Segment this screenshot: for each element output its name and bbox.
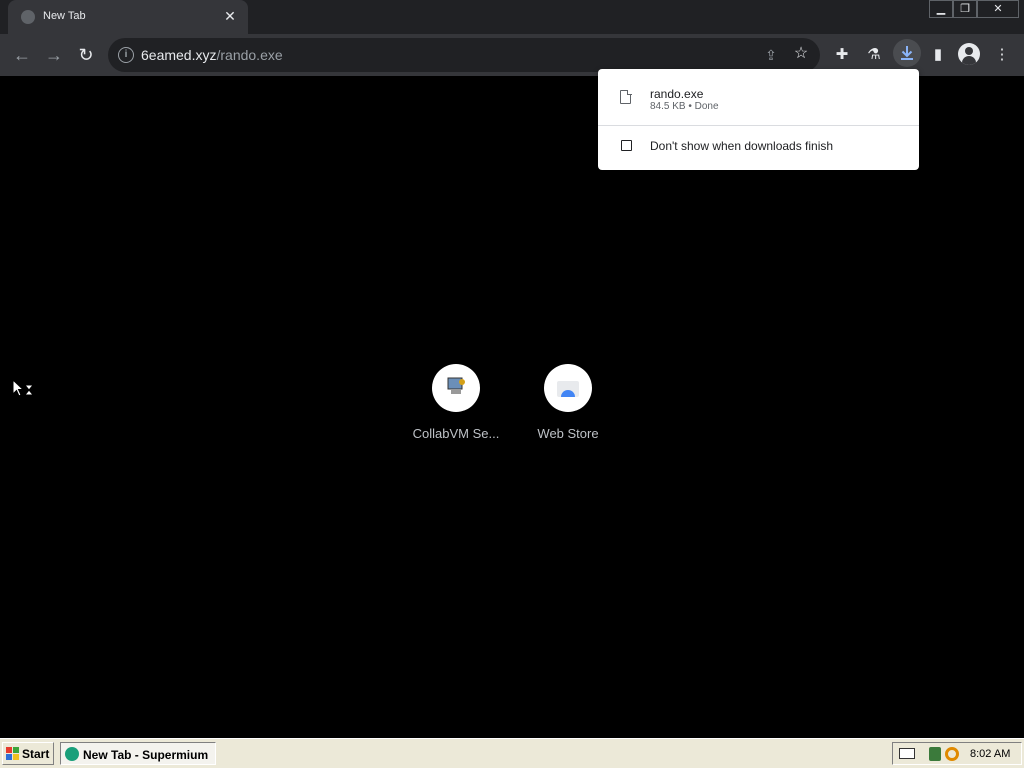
minimize-button[interactable]: ▁ xyxy=(929,0,953,18)
extensions-icon[interactable]: ✚ xyxy=(830,43,854,67)
search-tray-icon[interactable] xyxy=(945,747,959,761)
url-path: /rando.exe xyxy=(216,47,283,63)
tab-close-icon[interactable]: ✕ xyxy=(222,8,238,24)
tab-new-tab[interactable]: New Tab ✕ xyxy=(8,0,248,34)
file-icon xyxy=(620,89,632,104)
url-text[interactable]: 6eamed.xyz/rando.exe xyxy=(141,47,283,63)
restore-button[interactable]: ❐ xyxy=(953,0,977,18)
page-content: CollabVM Se... Web Store xyxy=(0,76,1024,738)
side-panel-icon[interactable]: ▮ xyxy=(926,43,950,67)
tab-title: New Tab xyxy=(43,10,86,22)
web-store-icon xyxy=(557,381,579,397)
shortcut-label: CollabVM Se... xyxy=(412,426,500,441)
url-host: 6eamed.xyz xyxy=(141,47,217,63)
shortcut-web-store[interactable]: Web Store xyxy=(518,364,618,441)
window-close-button[interactable]: ✕ xyxy=(977,0,1019,18)
address-bar[interactable]: i 6eamed.xyz/rando.exe ⇪ ☆ xyxy=(108,38,820,72)
start-label: Start xyxy=(22,747,50,761)
computer-icon xyxy=(447,377,465,394)
keyboard-icon[interactable] xyxy=(899,748,915,759)
supermium-icon xyxy=(65,747,79,761)
download-icon xyxy=(901,46,913,60)
site-info-icon[interactable]: i xyxy=(118,47,134,63)
shortcut-collabvm[interactable]: CollabVM Se... xyxy=(406,364,506,441)
start-button[interactable]: Start xyxy=(2,742,54,765)
shortcut-icon xyxy=(544,364,592,412)
taskbar: Start New Tab - Supermium 8:02 AM xyxy=(0,738,1024,768)
reload-button[interactable]: ↻ xyxy=(74,43,98,67)
download-file-name[interactable]: rando.exe xyxy=(650,87,703,101)
divider xyxy=(598,125,919,126)
clock[interactable]: 8:02 AM xyxy=(970,748,1010,760)
labs-flask-icon[interactable]: ⚗ xyxy=(862,43,886,67)
shortcut-label: Web Store xyxy=(537,426,599,441)
forward-button[interactable]: → xyxy=(42,43,66,67)
back-button[interactable]: ← xyxy=(10,43,34,67)
bookmark-star-icon[interactable]: ☆ xyxy=(792,45,810,63)
network-icon[interactable] xyxy=(929,747,941,761)
taskbar-item-browser[interactable]: New Tab - Supermium xyxy=(60,742,216,765)
taskbar-item-label: New Tab - Supermium xyxy=(83,748,209,762)
dont-show-checkbox[interactable] xyxy=(621,140,632,151)
share-icon[interactable]: ⇪ xyxy=(762,46,780,64)
download-file-meta: 84.5 KB • Done xyxy=(650,101,719,112)
tab-strip: New Tab ✕ ▁ ❐ ✕ xyxy=(0,0,1024,34)
dont-show-label[interactable]: Don't show when downloads finish xyxy=(650,139,833,153)
windows-flag-icon xyxy=(6,747,19,760)
profile-avatar[interactable] xyxy=(958,43,980,65)
busy-cursor-icon xyxy=(12,379,35,397)
globe-icon xyxy=(21,10,35,24)
shortcut-icon xyxy=(432,364,480,412)
download-bubble: rando.exe 84.5 KB • Done Don't show when… xyxy=(598,69,919,170)
menu-icon[interactable]: ⋮ xyxy=(990,43,1014,67)
download-button[interactable] xyxy=(893,39,921,67)
system-tray: 8:02 AM xyxy=(892,742,1022,765)
